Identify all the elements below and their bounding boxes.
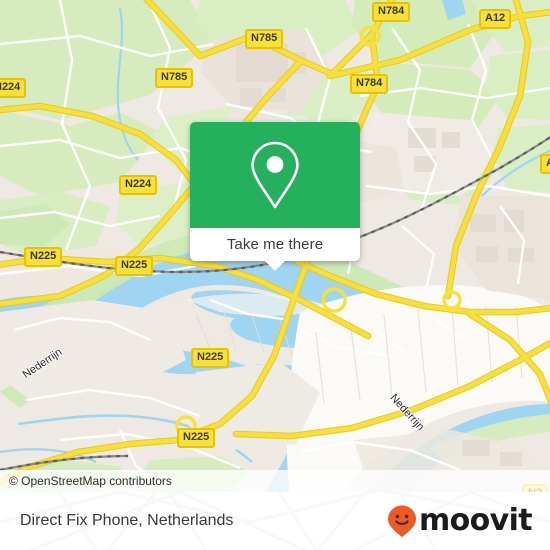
map-screenshot: N785 N784 A12 N785 N784 N224 N224 N225 N… [0,0,550,550]
road-shield: N224 [0,78,27,98]
road-shield: N225 [24,247,63,267]
road-shield: A [540,154,550,174]
road-shield: N785 [245,29,284,49]
road-shield: N225 [191,348,230,368]
take-me-there-label: Take me there [226,236,324,253]
map-attribution-bar: © OpenStreetMap contributors [0,470,550,492]
road-shield: N225 [177,428,216,448]
page-title: Direct Fix Phone, Netherlands [20,512,234,529]
road-shield: N784 [350,74,389,94]
road-shield: N785 [155,68,194,88]
location-callout[interactable]: Take me there [190,122,360,271]
callout-icon-area [190,122,360,228]
callout-action-bar[interactable]: Take me there [190,228,360,271]
road-shield: N225 [115,256,154,276]
map-canvas[interactable]: N785 N784 A12 N785 N784 N224 N224 N225 N… [0,0,550,492]
road-shield: A12 [479,9,512,29]
map-pin-icon [251,141,299,209]
moovit-wordmark: moovit [418,503,533,538]
callout-pointer [264,260,286,271]
moovit-smiley-pin-icon [387,505,416,537]
road-shield: N224 [119,175,158,195]
road-shield: N784 [372,2,411,22]
osm-attribution-text[interactable]: © OpenStreetMap contributors [0,474,172,488]
moovit-logo[interactable]: moovit [386,503,533,538]
footer-bar: Direct Fix Phone, Netherlands moovit [0,492,550,550]
